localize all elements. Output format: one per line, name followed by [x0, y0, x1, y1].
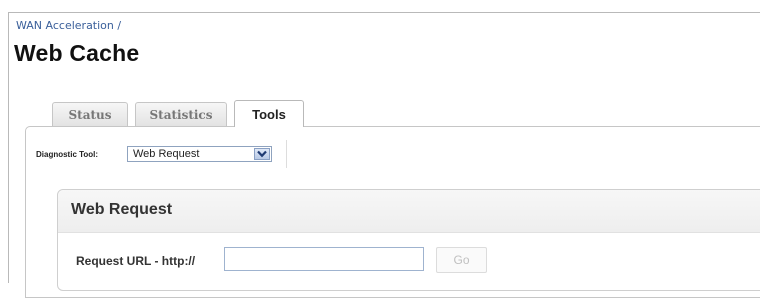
tab-status-label: Status: [68, 107, 112, 122]
diagnostic-tool-select[interactable]: Web Request: [127, 146, 272, 162]
breadcrumb[interactable]: WAN Acceleration /: [16, 19, 121, 32]
diagnostic-tool-value: Web Request: [133, 148, 200, 160]
page-title: Web Cache: [14, 40, 140, 66]
web-request-title: Web Request: [71, 201, 173, 218]
tab-statistics-label: Statistics: [149, 107, 213, 122]
go-button[interactable]: Go: [436, 247, 487, 273]
tab-tools-label: Tools: [252, 106, 286, 122]
tab-tools[interactable]: Tools: [234, 100, 304, 127]
web-request-header: Web Request: [58, 190, 760, 233]
request-url-input[interactable]: [224, 247, 424, 271]
diagnostic-tool-label: Diagnostic Tool:: [36, 150, 99, 159]
request-url-label: Request URL - http://: [76, 254, 196, 268]
web-request-section: Web Request: [57, 189, 760, 291]
toolbar-divider: [286, 140, 287, 168]
chevron-down-icon: [257, 150, 267, 158]
tab-status[interactable]: Status: [52, 102, 128, 126]
dropdown-button[interactable]: [254, 148, 270, 160]
tab-statistics[interactable]: Statistics: [135, 102, 227, 126]
